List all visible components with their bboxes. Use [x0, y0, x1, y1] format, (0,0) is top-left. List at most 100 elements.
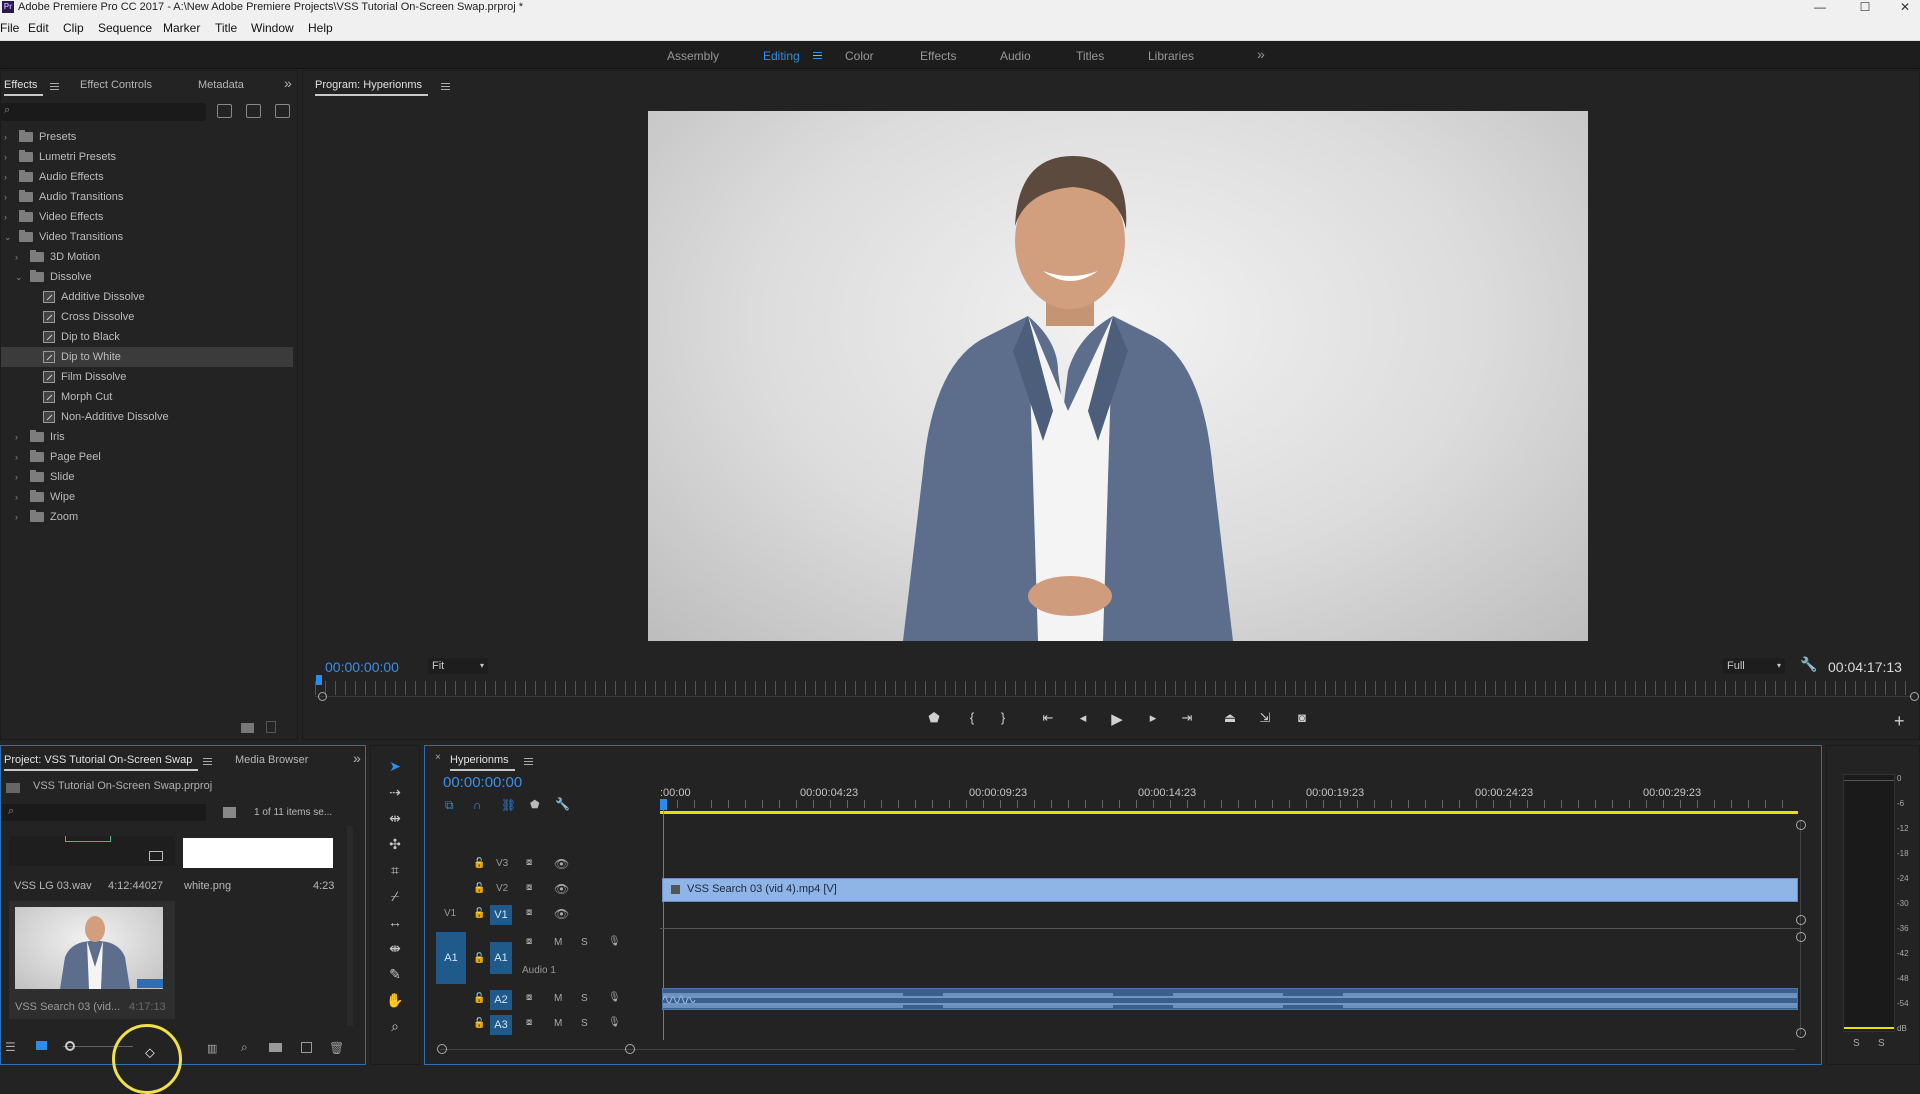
add-marker-icon[interactable]: ⬟: [924, 710, 944, 726]
chevron-right-icon[interactable]: ›: [4, 127, 7, 147]
menu-sequence[interactable]: Sequence: [98, 21, 152, 35]
chevron-right-icon[interactable]: ›: [4, 207, 7, 227]
effects-folder[interactable]: › Audio Transitions: [1, 187, 293, 207]
workspace-libraries[interactable]: Libraries: [1148, 49, 1194, 63]
workspace-editing[interactable]: Editing: [763, 49, 800, 63]
close-sequence-icon[interactable]: ×: [435, 752, 441, 763]
tab-sequence[interactable]: Hyperionms: [450, 754, 515, 771]
chevron-right-icon[interactable]: ›: [15, 487, 18, 507]
tab-metadata[interactable]: Metadata: [198, 79, 244, 91]
new-search-bin-icon[interactable]: [223, 807, 236, 818]
new-item-icon[interactable]: [301, 1042, 312, 1053]
eye-icon[interactable]: 👁: [554, 907, 569, 921]
video-frame[interactable]: [648, 111, 1588, 641]
lock-icon[interactable]: 🔓: [473, 883, 485, 894]
sync-lock-icon[interactable]: ⧇: [526, 1017, 532, 1028]
zoom-level-select[interactable]: Fit ▾: [428, 658, 488, 674]
effects-folder[interactable]: › Presets: [1, 127, 293, 147]
zoom-tool-icon[interactable]: ⌕: [382, 1015, 408, 1037]
icon-view-icon[interactable]: [36, 1041, 47, 1050]
minimize-icon[interactable]: —: [1800, 0, 1840, 15]
chevron-right-icon[interactable]: ›: [15, 447, 18, 467]
track-label-a1[interactable]: A1: [490, 942, 512, 974]
mute-button[interactable]: M: [554, 993, 562, 1004]
mute-button[interactable]: M: [554, 937, 562, 948]
workspace-color[interactable]: Color: [845, 49, 874, 63]
extract-icon[interactable]: ⇲: [1255, 710, 1275, 726]
effects-search-input[interactable]: ⌕: [1, 103, 206, 121]
workspace-effects[interactable]: Effects: [920, 49, 956, 63]
step-forward-icon[interactable]: ▸: [1143, 710, 1163, 726]
trash-icon[interactable]: 🗑: [329, 1041, 344, 1055]
workspace-overflow-icon[interactable]: »: [1257, 46, 1265, 62]
vscroll-handle-bottom[interactable]: [1796, 1028, 1806, 1038]
button-editor-add-button[interactable]: +: [1894, 711, 1905, 732]
project-overflow-icon[interactable]: »: [353, 750, 361, 766]
effects-folder[interactable]: › Video Effects: [1, 207, 293, 227]
chevron-right-icon[interactable]: ›: [15, 467, 18, 487]
voice-over-mic-icon[interactable]: 🎙: [608, 1017, 621, 1028]
track-label-a3[interactable]: A3: [490, 1015, 512, 1035]
scrollbar-handle-left[interactable]: [318, 692, 327, 701]
play-icon[interactable]: ▶: [1107, 710, 1127, 728]
timeline-timecode[interactable]: 00:00:00:00: [443, 774, 522, 791]
delete-icon[interactable]: [266, 721, 276, 733]
automate-to-sequence-icon[interactable]: ▥: [207, 1042, 217, 1055]
add-marker-icon[interactable]: ⬟: [530, 798, 540, 811]
effects-folder[interactable]: ⌄ Dissolve: [1, 267, 293, 287]
audio-thumbnail[interactable]: [9, 836, 175, 866]
lock-icon[interactable]: 🔓: [473, 953, 485, 964]
audio-clip[interactable]: [662, 988, 1798, 1010]
effect-item[interactable]: Additive Dissolve: [1, 287, 293, 307]
voice-over-mic-icon[interactable]: 🎙: [608, 936, 621, 947]
lock-icon[interactable]: 🔓: [473, 858, 485, 869]
tab-effect-controls[interactable]: Effect Controls: [80, 79, 152, 91]
menu-marker[interactable]: Marker: [163, 21, 200, 35]
workspace-assembly[interactable]: Assembly: [667, 49, 719, 63]
video-clip[interactable]: VSS Search 03 (vid 4).mp4 [V]: [662, 878, 1798, 902]
effect-item[interactable]: Film Dissolve: [1, 367, 293, 387]
eye-icon[interactable]: 👁: [554, 857, 569, 871]
hand-tool-icon[interactable]: ✋: [382, 989, 408, 1011]
wrench-icon[interactable]: 🔧: [1800, 656, 1817, 673]
effect-item[interactable]: Cross Dissolve: [1, 307, 293, 327]
list-view-icon[interactable]: ☰: [5, 1040, 16, 1054]
solo-button[interactable]: S: [581, 1018, 588, 1029]
project-item-name[interactable]: VSS LG 03.wav: [14, 880, 92, 892]
effects-folder[interactable]: › Lumetri Presets: [1, 147, 293, 167]
vscroll-handle-video[interactable]: [1796, 915, 1806, 925]
source-patch-a1[interactable]: A1: [436, 932, 466, 984]
monitor-time-ruler[interactable]: [315, 681, 1913, 695]
track-label-v3[interactable]: V3: [496, 858, 508, 869]
effects-folder[interactable]: › Zoom: [1, 507, 293, 527]
effects-folder[interactable]: › 3D Motion: [1, 247, 293, 267]
sync-lock-icon[interactable]: ⧇: [526, 882, 532, 893]
menu-edit[interactable]: Edit: [28, 21, 49, 35]
effects-folder[interactable]: › Iris: [1, 427, 293, 447]
scrollbar-handle-right[interactable]: [625, 1044, 635, 1054]
mark-in-icon[interactable]: {: [962, 710, 982, 725]
pen-tool-icon[interactable]: ✎: [382, 963, 408, 985]
rolling-edit-tool-icon[interactable]: ✣: [382, 833, 408, 855]
snap-icon[interactable]: ∩: [473, 798, 482, 812]
timeline-horizontal-scrollbar[interactable]: [440, 1049, 1795, 1050]
track-label-a2[interactable]: A2: [490, 990, 512, 1010]
sync-lock-icon[interactable]: ⧇: [526, 857, 532, 868]
audio-track-name[interactable]: Audio 1: [522, 965, 556, 976]
monitor-zoom-scrollbar[interactable]: [315, 696, 1913, 697]
solo-button[interactable]: S: [581, 993, 588, 1004]
vscroll-handle-top[interactable]: [1796, 820, 1806, 830]
voice-over-mic-icon[interactable]: 🎙: [608, 992, 621, 1003]
workspace-menu-icon[interactable]: [813, 52, 822, 59]
yuv-effects-icon[interactable]: [275, 104, 290, 118]
tab-media-browser[interactable]: Media Browser: [235, 754, 308, 766]
menu-title[interactable]: Title: [215, 21, 237, 35]
eye-icon[interactable]: 👁: [554, 882, 569, 896]
lock-icon[interactable]: 🔓: [473, 993, 485, 1004]
sync-lock-icon[interactable]: ⧇: [526, 992, 532, 1003]
effects-folder[interactable]: › Audio Effects: [1, 167, 293, 187]
chevron-right-icon[interactable]: ›: [4, 187, 7, 207]
effect-item[interactable]: Morph Cut: [1, 387, 293, 407]
step-back-icon[interactable]: ◂: [1073, 710, 1093, 726]
new-bin-icon[interactable]: [241, 723, 254, 733]
